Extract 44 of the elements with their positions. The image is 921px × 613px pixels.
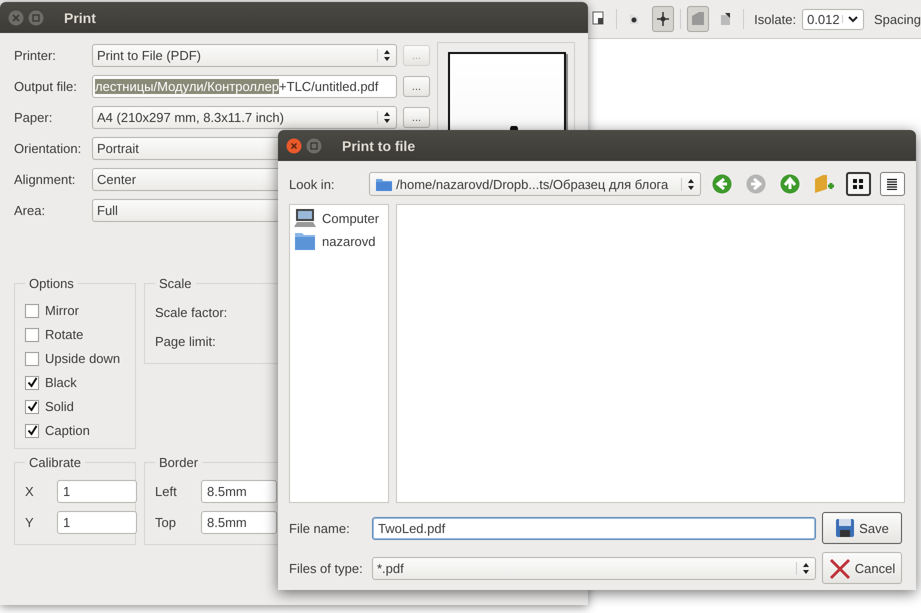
field-label: Page limit: [155,334,217,349]
output-file-field[interactable]: лестницы/Модули/Контроллер+TLC/untitled.pdf [92,75,397,98]
look-in-dropdown[interactable]: /home/nazarovd/Dropb...ts/Образец для блога [369,172,701,196]
isolate-dropdown[interactable]: 0.012 [802,8,864,30]
field-label: Y [25,515,35,530]
look-in-label: Look in: [289,176,336,192]
dropdown[interactable]: Print to File (PDF) [92,44,397,67]
save-button[interactable]: Save [822,512,902,544]
input-field[interactable]: 8.5mm [201,480,277,503]
checkbox-label[interactable]: Solid [45,399,74,414]
field-label: Paper: [14,110,54,125]
field-label: Output file: [14,79,78,94]
group-title: Border [158,455,200,470]
place-item[interactable]: nazarovd [294,231,384,251]
field-label: Printer: [14,48,57,63]
file-type-dropdown[interactable]: *.pdf [372,556,816,580]
checkbox-label[interactable]: Rotate [45,327,84,342]
field-label: Top [155,515,177,530]
dropdown[interactable]: A4 (210x297 mm, 8.3x11.7 inch) [92,106,397,129]
checkbox-label[interactable]: Caption [45,423,90,438]
input-field[interactable]: 1 [57,480,137,503]
group-title: Calibrate [28,455,82,470]
group-title: Scale [158,276,193,291]
field-label: Area: [14,203,46,218]
spacing-label: Spacing [874,12,921,26]
cancel-button[interactable]: Cancel [822,552,902,584]
field-label: Scale factor: [155,305,228,320]
field-label: Alignment: [14,172,76,187]
checkbox-label[interactable]: Black [45,375,77,390]
input-field[interactable]: 8.5mm [201,511,277,534]
window-title: Print [64,10,96,26]
input-field[interactable]: 1 [57,511,137,534]
field-label: Orientation: [14,141,82,156]
field-label: Left [155,484,178,499]
file-type-label: Files of type: [289,560,364,576]
checkbox-label[interactable]: Mirror [45,303,79,318]
browse-button[interactable]: ... [403,107,430,128]
browse-button[interactable]: ... [403,76,430,97]
isolate-label: Isolate: [754,12,796,26]
field-label: X [25,484,35,499]
checkbox-label[interactable]: Upside down [45,351,120,366]
file-name-label: File name: [289,520,351,536]
file-name-field[interactable]: TwoLed.pdf [372,516,816,540]
group-title: Options [28,276,75,291]
